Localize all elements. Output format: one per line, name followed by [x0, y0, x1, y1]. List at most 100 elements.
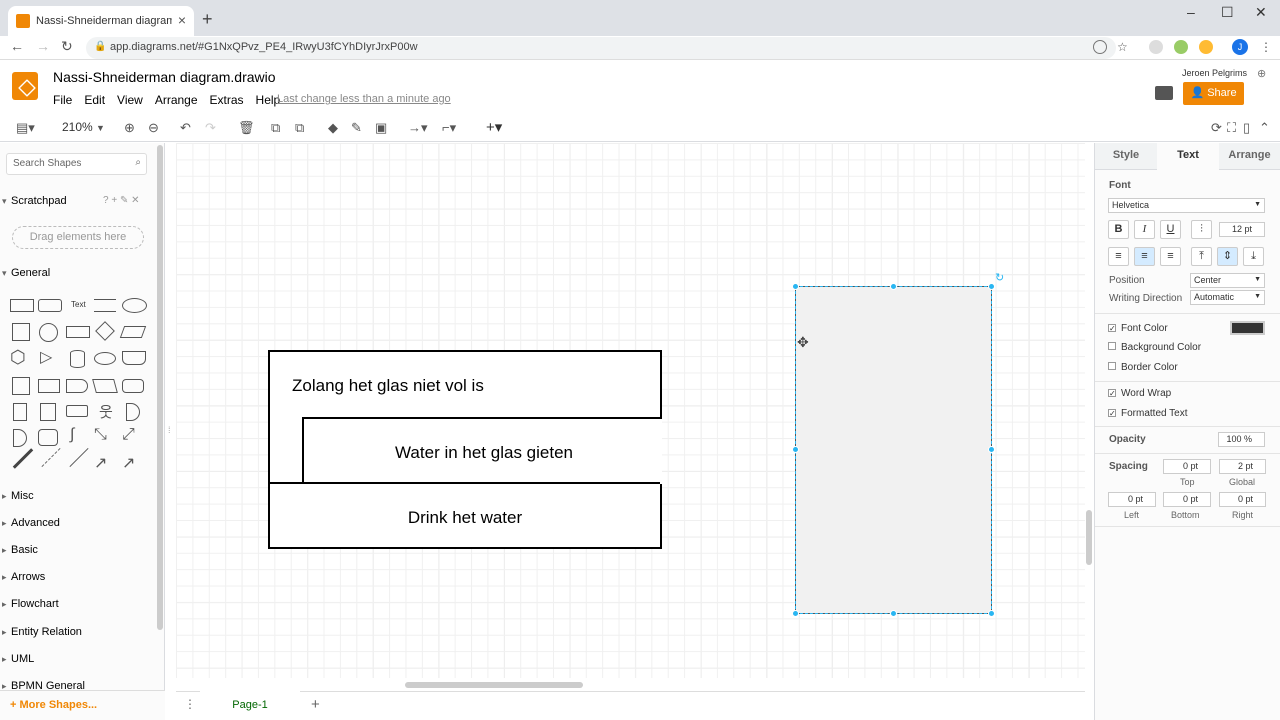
reload-icon[interactable]: ↻	[61, 38, 73, 55]
font-color-checkbox[interactable]: ✓ Font Color	[1108, 323, 1168, 334]
shadow-icon[interactable]: ▣	[375, 120, 387, 136]
sidebar-arrows[interactable]: Arrows	[0, 571, 155, 583]
new-tab-icon[interactable]: +	[202, 9, 213, 30]
bidirectional-arrow-shape[interactable]: ⤡	[94, 426, 107, 444]
delay-shape[interactable]	[13, 429, 27, 447]
format-icon[interactable]: ▯	[1243, 120, 1250, 136]
opacity-field[interactable]: 100 %	[1218, 432, 1265, 447]
back-icon[interactable]: ←	[10, 38, 24, 54]
font-size-field[interactable]: 12 pt	[1219, 222, 1265, 237]
pages-menu-icon[interactable]: ⋮	[184, 697, 196, 711]
square-shape[interactable]	[12, 323, 30, 341]
connector-shape[interactable]: ↗	[122, 453, 135, 473]
delete-icon[interactable]: 🗑	[238, 120, 255, 136]
line-color-icon[interactable]: ✎	[351, 120, 362, 136]
close-tab-icon[interactable]: ×	[178, 12, 186, 28]
close-window-button[interactable]: ✕	[1255, 4, 1267, 21]
menu-file[interactable]: File	[53, 93, 72, 107]
maximize-button[interactable]: ☐	[1221, 4, 1234, 21]
rounded-rectangle-shape[interactable]	[38, 299, 62, 312]
resize-handle-ne[interactable]	[988, 283, 995, 290]
formatted-text-checkbox[interactable]: ✓ Formatted Text	[1108, 408, 1188, 419]
zoom-out-icon[interactable]: ⊖	[148, 120, 159, 136]
data-storage-shape[interactable]	[38, 429, 58, 446]
fill-color-icon[interactable]: ◆	[328, 120, 338, 136]
sidebar-misc[interactable]: Misc	[0, 490, 155, 502]
sidebar-flowchart[interactable]: Flowchart	[0, 598, 155, 610]
sidebar-resize-handle[interactable]: ⁞	[168, 425, 171, 435]
tab-page-1[interactable]: Page-1	[200, 691, 300, 720]
url-field[interactable]: 🔒 app.diagrams.net/#G1NxQPvz_PE4_IRwyU3f…	[86, 37, 1116, 59]
circle-shape[interactable]	[39, 323, 58, 342]
menu-extras[interactable]: Extras	[210, 93, 244, 107]
profile-avatar[interactable]: J	[1232, 39, 1248, 55]
actor-shape[interactable]: 웃	[99, 401, 113, 422]
textbox-shape[interactable]	[94, 299, 116, 312]
sidebar-basic[interactable]: Basic	[0, 544, 155, 556]
align-middle-icon[interactable]: ⇕	[1217, 247, 1238, 266]
horizontal-scrollbar[interactable]	[405, 682, 583, 688]
trapezoid-shape[interactable]	[92, 379, 118, 393]
text-shape[interactable]: Text	[71, 300, 86, 309]
curve-shape[interactable]: ∫	[70, 426, 74, 444]
note-shape[interactable]	[13, 403, 27, 421]
word-wrap-checkbox[interactable]: ✓ Word Wrap	[1108, 388, 1171, 399]
to-front-icon[interactable]: ⧉	[271, 120, 280, 136]
document-title[interactable]: Nassi-Shneiderman diagram.drawio	[53, 69, 276, 85]
more-shapes-button[interactable]: + More Shapes...	[10, 699, 97, 711]
line-shape[interactable]	[69, 447, 89, 468]
to-back-icon[interactable]: ⧉	[295, 120, 304, 136]
cloud-shape[interactable]	[94, 352, 116, 365]
background-color-checkbox[interactable]: Background Color	[1108, 342, 1201, 353]
resize-handle-n[interactable]	[890, 283, 897, 290]
dashed-line-shape[interactable]	[41, 447, 61, 468]
fullscreen-icon[interactable]: ⛶	[1227, 120, 1236, 136]
last-change-link[interactable]: Last change less than a minute ago	[277, 93, 451, 105]
resize-handle-sw[interactable]	[792, 610, 799, 617]
spacing-bottom-field[interactable]: 0 pt	[1163, 492, 1211, 507]
resize-handle-nw[interactable]	[792, 283, 799, 290]
chevron-down-icon[interactable]: ▼	[96, 123, 105, 133]
menu-view[interactable]: View	[117, 93, 143, 107]
internal-storage-shape[interactable]	[12, 377, 30, 395]
diamond-shape[interactable]	[95, 321, 115, 341]
undo-icon[interactable]: ↶	[180, 120, 191, 136]
vertical-scrollbar[interactable]	[1086, 510, 1092, 565]
spacing-global-field[interactable]: 2 pt	[1219, 459, 1266, 474]
cylinder-shape[interactable]	[70, 350, 85, 368]
extension-icon[interactable]	[1174, 40, 1188, 54]
resize-handle-w[interactable]	[792, 446, 799, 453]
share-button[interactable]: 👤 Share	[1183, 82, 1244, 105]
sidebar-advanced[interactable]: Advanced	[0, 517, 155, 529]
tab-style[interactable]: Style	[1095, 143, 1157, 170]
resize-handle-s[interactable]	[890, 610, 897, 617]
reset-view-icon[interactable]: ⟳	[1211, 120, 1222, 136]
comment-icon[interactable]	[1155, 86, 1173, 100]
align-top-icon[interactable]: ⤒	[1191, 247, 1212, 266]
connection-icon[interactable]: →▾	[408, 120, 428, 136]
bold-button[interactable]: B	[1108, 220, 1129, 239]
sidebar-uml[interactable]: UML	[0, 653, 155, 665]
ellipse-shape[interactable]	[122, 298, 147, 313]
extension-icon[interactable]	[1149, 40, 1163, 54]
zoom-select[interactable]: 210%	[62, 120, 93, 134]
star-icon[interactable]: ☆	[1117, 40, 1128, 54]
rotate-handle-icon[interactable]: ↻	[995, 271, 1004, 284]
extension-icon[interactable]	[1199, 40, 1213, 54]
italic-button[interactable]: I	[1134, 220, 1155, 239]
step-shape[interactable]	[66, 379, 88, 393]
menu-arrange[interactable]: Arrange	[155, 93, 198, 107]
hexagon-shape[interactable]: ⬡	[10, 347, 26, 368]
font-color-swatch[interactable]	[1230, 321, 1265, 335]
align-right-icon[interactable]: ≡	[1160, 247, 1181, 266]
align-left-icon[interactable]: ≡	[1108, 247, 1129, 266]
forward-icon[interactable]: →	[36, 38, 50, 54]
add-page-icon[interactable]: +	[311, 696, 320, 713]
nassi-shneiderman-diagram[interactable]: Zolang het glas niet vol is Water in het…	[268, 350, 662, 549]
format-panel-toggle-icon[interactable]: ▤▾	[16, 120, 35, 136]
font-family-select[interactable]: Helvetica	[1108, 198, 1265, 213]
sidebar-scrollbar[interactable]	[157, 145, 163, 630]
resize-handle-se[interactable]	[988, 610, 995, 617]
triangle-shape[interactable]: ▷	[40, 347, 52, 367]
loop-condition-text[interactable]: Zolang het glas niet vol is	[292, 376, 484, 396]
